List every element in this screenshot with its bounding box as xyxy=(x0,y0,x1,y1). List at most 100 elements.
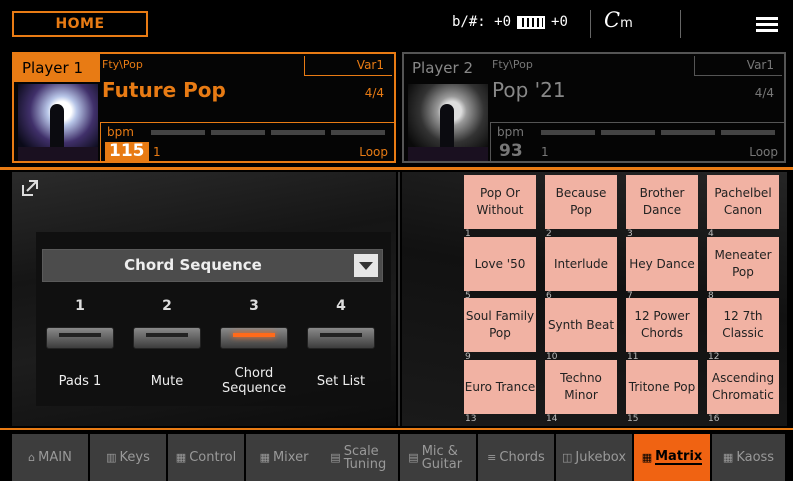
pad-set-selector-value: Chord Sequence xyxy=(124,256,262,274)
tab-icon: ▥ xyxy=(106,451,117,464)
tab-label: Scale Tuning xyxy=(343,443,387,472)
matrix-cell-2[interactable]: Because Pop xyxy=(545,175,617,229)
bar-number: 1 xyxy=(541,145,549,159)
pad-1-button[interactable] xyxy=(46,327,114,349)
matrix-cell-label: 12 Power Chords xyxy=(634,309,690,340)
matrix-cell-3[interactable]: Brother Dance xyxy=(626,175,698,229)
matrix-cell-4[interactable]: Pachelbel Canon xyxy=(707,175,779,229)
matrix-cell-13[interactable]: Euro Trance xyxy=(464,360,536,414)
nav-divider xyxy=(0,428,793,430)
matrix-cell-label: 12 7th Classic xyxy=(722,309,764,340)
matrix-cell-label: Meneater Pop xyxy=(714,248,772,279)
bpm-value[interactable]: 93 xyxy=(495,142,527,161)
matrix-cell-label: Because Pop xyxy=(555,186,607,217)
matrix-cell-9[interactable]: Soul Family Pop xyxy=(464,298,536,352)
dropdown-arrow-icon[interactable] xyxy=(354,254,378,277)
pad-4: 4 Set List xyxy=(298,298,384,389)
variation-label[interactable]: Var1 xyxy=(694,56,782,76)
pad-number: 2 xyxy=(162,298,172,314)
player-2-panel[interactable]: Player 2 Fty\Pop Var1 Pop '21 4/4 bpm 93… xyxy=(402,52,786,163)
matrix-cell-6[interactable]: Interlude xyxy=(545,237,617,291)
tab-label: Jukebox xyxy=(575,450,627,465)
matrix-cell-label: Brother Dance xyxy=(639,186,685,217)
tab-kaoss[interactable]: ▦ Kaoss xyxy=(712,434,785,481)
tab-main[interactable]: ⌂ MAIN xyxy=(12,434,88,481)
tab-icon: ▤ xyxy=(408,451,419,464)
tab-keys[interactable]: ▥ Keys xyxy=(90,434,166,481)
matrix-cell-label: Hey Dance xyxy=(629,256,695,271)
tab-label: Control xyxy=(189,450,237,465)
panel-divider xyxy=(398,172,400,426)
matrix-cell-label: Ascending Chromatic xyxy=(711,371,775,402)
player-1-panel[interactable]: Player 1 Fty\Pop Var1 Future Pop 4/4 bpm… xyxy=(12,52,396,163)
transpose-value: b/#: +0 xyxy=(452,14,512,30)
matrix-cell-number: 13 xyxy=(465,414,477,424)
matrix-cell-label: Synth Beat xyxy=(547,317,615,332)
tab-label: Chords xyxy=(499,450,545,465)
tab-icon: ▦ xyxy=(722,451,734,464)
matrix-cell-10[interactable]: Synth Beat xyxy=(545,298,617,352)
tab-mixer[interactable]: ▦ Mixer xyxy=(246,434,322,481)
pad-number: 3 xyxy=(249,298,259,314)
menu-icon[interactable] xyxy=(756,17,778,33)
style-category: Fty\Pop xyxy=(492,58,533,71)
matrix-cell-label: Love '50 xyxy=(474,256,526,271)
pad-3-button[interactable] xyxy=(220,327,288,349)
bar-number: 1 xyxy=(153,145,161,159)
tempo-area: bpm 115 1 Loop xyxy=(100,122,394,161)
matrix-cell-5[interactable]: Love '50 xyxy=(464,237,536,291)
tab-icon: ▤ xyxy=(330,451,341,464)
keyboard-transpose-value: +0 xyxy=(551,14,568,30)
matrix-cell-1[interactable]: Pop Or Without xyxy=(464,175,536,229)
matrix-cell-label: Tritone Pop xyxy=(628,379,696,394)
tab-label: Matrix xyxy=(655,449,703,465)
style-artwork-image xyxy=(408,84,488,161)
divider xyxy=(590,10,591,38)
pad-set-selector[interactable]: Chord Sequence xyxy=(42,249,383,282)
tab-label: Mic & Guitar xyxy=(421,443,463,472)
tab-label: Mixer xyxy=(272,450,309,465)
pad-label: Set List xyxy=(316,374,366,389)
variation-label[interactable]: Var1 xyxy=(304,56,392,76)
matrix-cell-label: Soul Family Pop xyxy=(465,309,535,340)
chord-root: C xyxy=(604,8,621,32)
matrix-cell-label: Euro Trance xyxy=(464,379,536,394)
matrix-cell-number: 16 xyxy=(708,414,720,424)
matrix-cell-15[interactable]: Tritone Pop xyxy=(626,360,698,414)
player-1-tag: Player 1 xyxy=(14,54,100,82)
matrix-cell-number: 14 xyxy=(546,414,558,424)
matrix-cell-14[interactable]: Techno Minor xyxy=(545,360,617,414)
transpose-display[interactable]: b/#: +0 +0 xyxy=(452,14,568,30)
pad-4-button[interactable] xyxy=(307,327,375,349)
tab-icon: ≡ xyxy=(487,451,497,464)
tab-jukebox[interactable]: ◫ Jukebox xyxy=(556,434,632,481)
matrix-cell-16[interactable]: Ascending Chromatic xyxy=(707,360,779,414)
tab-scale-tuning[interactable]: ▤ Scale Tuning xyxy=(322,434,398,481)
pad-label: Pads 1 xyxy=(58,374,102,389)
style-category: Fty\Pop xyxy=(102,58,143,71)
pad-3: 3 Chord Sequence xyxy=(211,298,297,396)
pad-number: 4 xyxy=(336,298,346,314)
top-bar: HOME b/#: +0 +0 Cm xyxy=(0,0,793,48)
tab-icon: ⌂ xyxy=(28,451,36,464)
tab-icon: ▦ xyxy=(259,451,270,464)
home-button[interactable]: HOME xyxy=(12,11,148,37)
progress-bars xyxy=(151,130,385,135)
bpm-value[interactable]: 115 xyxy=(105,142,149,161)
tab-mic-guitar[interactable]: ▤ Mic & Guitar xyxy=(400,434,476,481)
matrix-cell-11[interactable]: 12 Power Chords xyxy=(626,298,698,352)
matrix-cell-8[interactable]: Meneater Pop xyxy=(707,237,779,291)
pad-2-button[interactable] xyxy=(133,327,201,349)
matrix-cell-label: Pop Or Without xyxy=(476,186,524,217)
tab-control[interactable]: ▦ Control xyxy=(168,434,244,481)
keyboard-icon xyxy=(517,15,546,29)
pad-label: Mute xyxy=(150,374,184,389)
style-name: Pop '21 xyxy=(492,78,566,102)
tab-chords[interactable]: ≡ Chords xyxy=(478,434,554,481)
expand-icon[interactable] xyxy=(20,178,40,198)
matrix-cell-12[interactable]: 12 7th Classic xyxy=(707,298,779,352)
matrix-cell-7[interactable]: Hey Dance xyxy=(626,237,698,291)
loop-label: Loop xyxy=(749,145,778,159)
tab-matrix[interactable]: ▦ Matrix xyxy=(634,434,710,481)
meter: 4/4 xyxy=(364,86,384,100)
